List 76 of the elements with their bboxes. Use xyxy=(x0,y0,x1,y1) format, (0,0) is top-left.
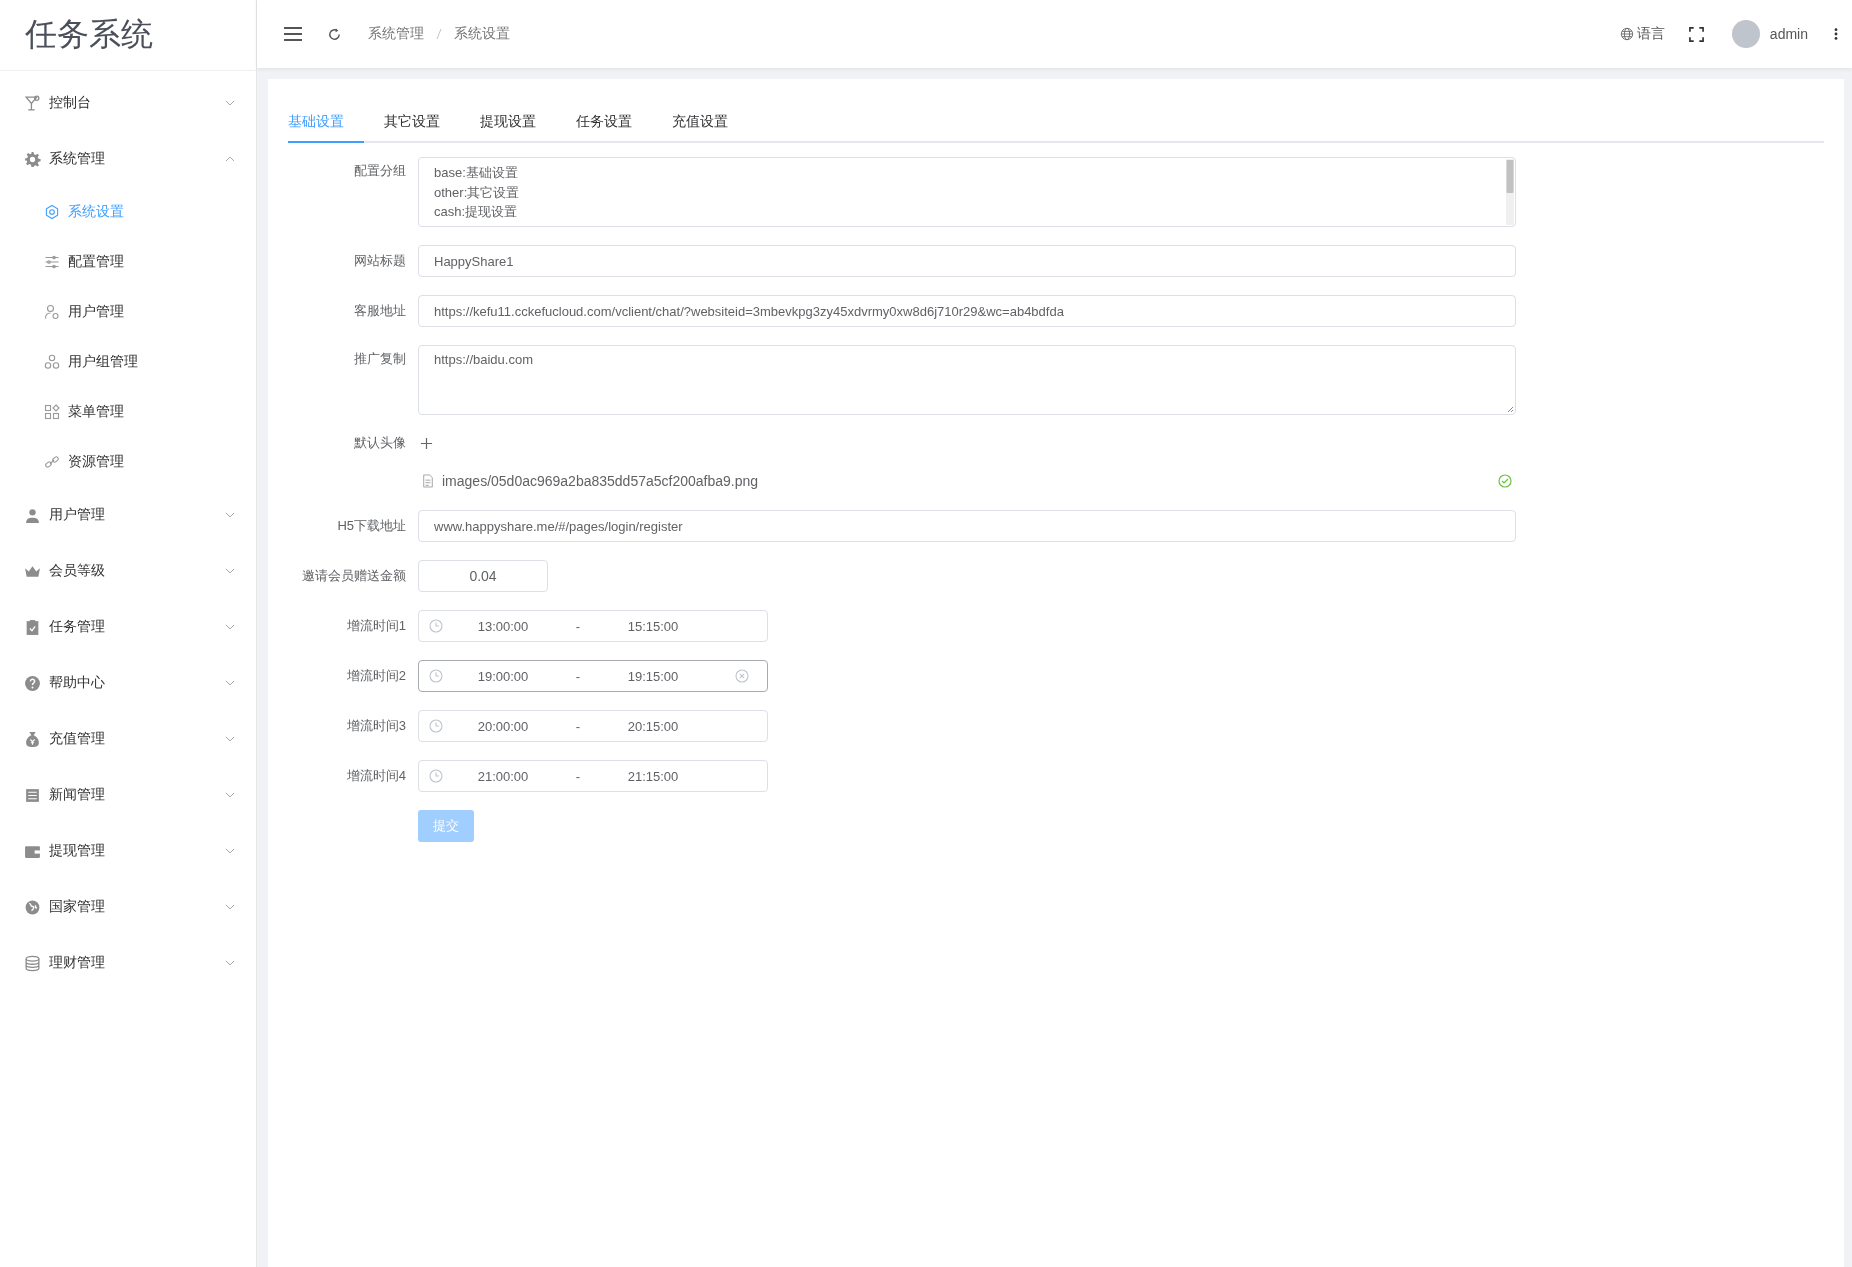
clock-icon xyxy=(429,769,443,783)
breadcrumb-item[interactable]: 系统管理 xyxy=(368,25,424,43)
question-circle-icon xyxy=(24,674,41,692)
sidebar-item[interactable]: 新闻管理 xyxy=(0,767,256,823)
refresh-icon[interactable] xyxy=(327,26,342,42)
field-label: 增流时间2 xyxy=(345,667,407,685)
sidebar-item[interactable]: 提现管理 xyxy=(0,823,256,879)
text-input[interactable]: https://kefu11.cckefucloud.com/vclient/chat/?websiteid=3mbevkpg3zy45xdvrmy0xw8d6j710r29&wc=ab4bdfda xyxy=(418,295,1516,327)
tab[interactable]: 其它设置 xyxy=(364,101,460,143)
menu-icon[interactable] xyxy=(283,24,303,44)
field-label: 邀请会员赠送金额 xyxy=(301,567,407,585)
sidebar-item[interactable]: 任务管理 xyxy=(0,599,256,655)
time-range-picker[interactable]: 20:00:00 - 20:15:00 xyxy=(418,710,768,742)
app-title: 任务系统 xyxy=(25,15,153,54)
cocktail-glass-icon xyxy=(24,94,41,112)
clock-icon xyxy=(429,719,443,733)
textarea-field[interactable]: https://baidu.com xyxy=(418,345,1516,415)
sidebar-item[interactable]: 控制台 xyxy=(0,75,256,131)
field-label: 默认头像 xyxy=(353,434,407,452)
uploaded-file-item[interactable]: images/05d0ac969a2ba835dd57a5cf200afba9.png xyxy=(418,470,1516,492)
resize-handle-icon xyxy=(1506,405,1514,413)
time-range-picker[interactable]: 13:00:00 - 15:15:00 xyxy=(418,610,768,642)
field-label: 增流时间4 xyxy=(345,767,407,785)
sidebar-item[interactable]: 帮助中心 xyxy=(0,655,256,711)
text-input[interactable]: www.happyshare.me/#/pages/login/register xyxy=(418,510,1516,542)
field-label: 客服地址 xyxy=(353,302,407,320)
globe-icon xyxy=(1619,27,1634,41)
field-label: H5下载地址 xyxy=(336,517,407,535)
sidebar-item[interactable]: 系统管理 xyxy=(0,131,256,187)
breadcrumb-item: 系统设置 xyxy=(454,25,510,43)
sidebar-subitem[interactable]: 用户管理 xyxy=(0,287,256,337)
text-input[interactable]: HappyShare1 xyxy=(418,245,1516,277)
time-range-picker[interactable]: 21:00:00 - 21:15:00 xyxy=(418,760,768,792)
newspaper-icon xyxy=(24,786,41,804)
user-group-icon xyxy=(44,354,60,370)
fullscreen-icon[interactable] xyxy=(1688,26,1704,42)
link-icon xyxy=(44,454,60,470)
person-icon xyxy=(24,506,41,524)
avatar-icon xyxy=(1731,20,1760,48)
time-range-picker[interactable]: 19:00:00 - 19:15:00 xyxy=(418,660,768,692)
tab[interactable]: 任务设置 xyxy=(556,101,652,143)
sidebar-subitem[interactable]: 菜单管理 xyxy=(0,387,256,437)
clock-icon xyxy=(429,669,443,683)
tab[interactable]: 充值设置 xyxy=(652,101,748,143)
plus-icon[interactable] xyxy=(420,437,433,450)
breadcrumb-separator-icon xyxy=(436,28,442,40)
field-label: 增流时间3 xyxy=(345,717,407,735)
clock-icon xyxy=(429,619,443,633)
textarea-field[interactable]: base:基础设置 other:其它设置 cash:提现设置 xyxy=(418,157,1516,227)
more-icon[interactable] xyxy=(1834,27,1838,41)
gear-icon xyxy=(44,204,60,220)
sidebar-item[interactable]: 理财管理 xyxy=(0,935,256,991)
sidebar-item[interactable]: 会员等级 xyxy=(0,543,256,599)
field-label: 网站标题 xyxy=(353,252,407,270)
sidebar-subitem[interactable]: 配置管理 xyxy=(0,237,256,287)
sidebar-subitem[interactable]: 资源管理 xyxy=(0,437,256,487)
gear-icon xyxy=(24,150,41,168)
sliders-icon xyxy=(44,254,60,270)
database-icon xyxy=(24,954,41,972)
grid-icon xyxy=(44,404,60,420)
scrollbar-icon xyxy=(1506,159,1514,225)
sidebar-item[interactable]: 国家管理 xyxy=(0,879,256,935)
sidebar-item[interactable]: 用户管理 xyxy=(0,487,256,543)
language-button[interactable]: 语言 xyxy=(1619,25,1665,43)
field-label: 推广复制 xyxy=(353,350,407,368)
globe-icon xyxy=(24,898,41,916)
field-label: 增流时间1 xyxy=(345,617,407,635)
tab[interactable]: 提现设置 xyxy=(460,101,556,143)
sidebar-subitem[interactable]: 用户组管理 xyxy=(0,337,256,387)
field-label: 配置分组 xyxy=(353,162,407,180)
sidebar-item[interactable]: 充值管理 xyxy=(0,711,256,767)
document-icon xyxy=(422,474,434,488)
number-input[interactable]: 0.04 xyxy=(418,560,548,592)
clipboard-icon xyxy=(24,618,41,636)
money-bag-icon xyxy=(24,730,41,748)
user-menu[interactable]: admin xyxy=(1731,20,1808,48)
